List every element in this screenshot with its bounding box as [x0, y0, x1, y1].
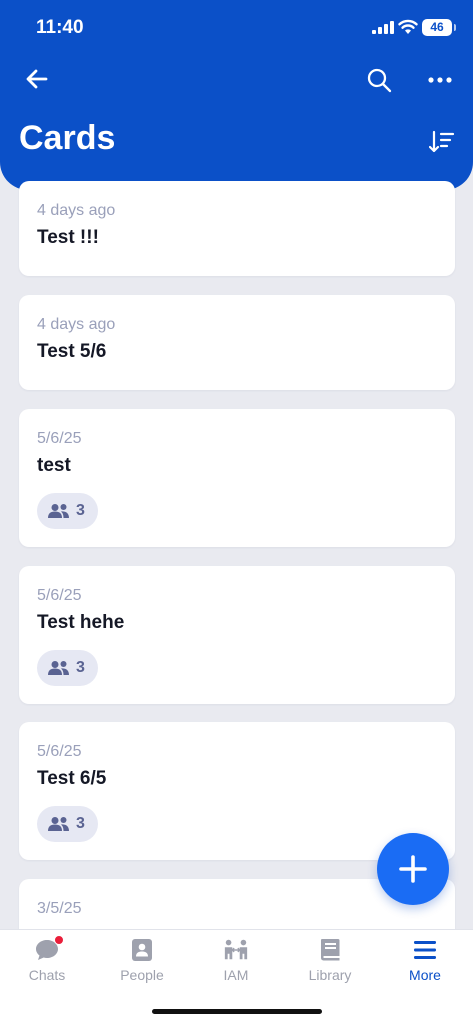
status-time: 11:40	[36, 17, 84, 38]
iam-people-icon	[224, 939, 248, 960]
signal-icon	[372, 21, 394, 34]
more-options-button[interactable]	[420, 60, 460, 100]
tab-label: More	[409, 967, 441, 983]
status-bar: 11:40 46	[0, 0, 473, 58]
card-title: Test !!!	[37, 227, 99, 248]
people-icon	[48, 504, 69, 518]
card-item[interactable]: 4 days ago Test !!!	[19, 181, 455, 276]
unread-badge	[54, 935, 64, 945]
people-icon	[48, 661, 69, 675]
cards-list[interactable]: 4 days ago Test !!! 4 days ago Test 5/6 …	[0, 181, 473, 929]
arrow-left-icon	[26, 69, 48, 89]
people-icon	[48, 817, 69, 831]
card-title: Test 5/6	[37, 341, 107, 362]
card-title: test	[37, 455, 71, 476]
ellipsis-icon	[428, 77, 452, 83]
members-chip[interactable]: 3	[37, 806, 98, 842]
home-indicator[interactable]	[152, 1009, 322, 1014]
members-count: 3	[76, 659, 85, 676]
tab-label: Chats	[28, 967, 66, 983]
wifi-icon	[398, 19, 418, 34]
members-chip[interactable]: 3	[37, 650, 98, 686]
tab-iam[interactable]: IAM	[189, 930, 283, 990]
tab-more[interactable]: More	[378, 930, 472, 990]
card-item[interactable]: 5/6/25 test 3	[19, 409, 455, 547]
card-date: 5/6/25	[37, 430, 82, 447]
card-date: 5/6/25	[37, 587, 82, 604]
members-count: 3	[76, 815, 85, 832]
card-title: Test hehe	[37, 612, 125, 633]
tab-library[interactable]: Library	[283, 930, 377, 990]
card-date: 5/6/25	[37, 743, 82, 760]
tab-label: IAM	[223, 967, 249, 983]
card-date: 4 days ago	[37, 316, 116, 333]
tab-label: Library	[308, 967, 352, 983]
page-title: Cards	[19, 119, 116, 157]
add-card-button[interactable]	[377, 833, 449, 905]
battery-icon: 46	[422, 19, 456, 36]
card-date: 4 days ago	[37, 202, 116, 219]
tab-label: People	[120, 967, 164, 983]
sort-button[interactable]	[422, 122, 462, 162]
contacts-icon	[132, 939, 152, 961]
book-icon	[321, 939, 340, 961]
card-date: 3/5/25	[37, 900, 82, 917]
plus-icon	[399, 855, 427, 883]
card-item[interactable]: 5/6/25 Test hehe 3	[19, 566, 455, 704]
tab-chats[interactable]: Chats	[0, 930, 94, 990]
card-item[interactable]: 5/6/25 Test 6/5 3	[19, 722, 455, 860]
members-chip[interactable]: 3	[37, 493, 98, 529]
menu-icon	[414, 941, 436, 959]
card-title: Test 6/5	[37, 768, 107, 789]
card-item[interactable]: 4 days ago Test 5/6	[19, 295, 455, 390]
sort-icon	[429, 130, 455, 153]
header: 11:40 46 Cards	[0, 0, 473, 190]
search-icon	[367, 68, 392, 93]
tab-people[interactable]: People	[95, 930, 189, 990]
search-button[interactable]	[359, 60, 399, 100]
back-button[interactable]	[17, 59, 57, 99]
members-count: 3	[76, 502, 85, 519]
